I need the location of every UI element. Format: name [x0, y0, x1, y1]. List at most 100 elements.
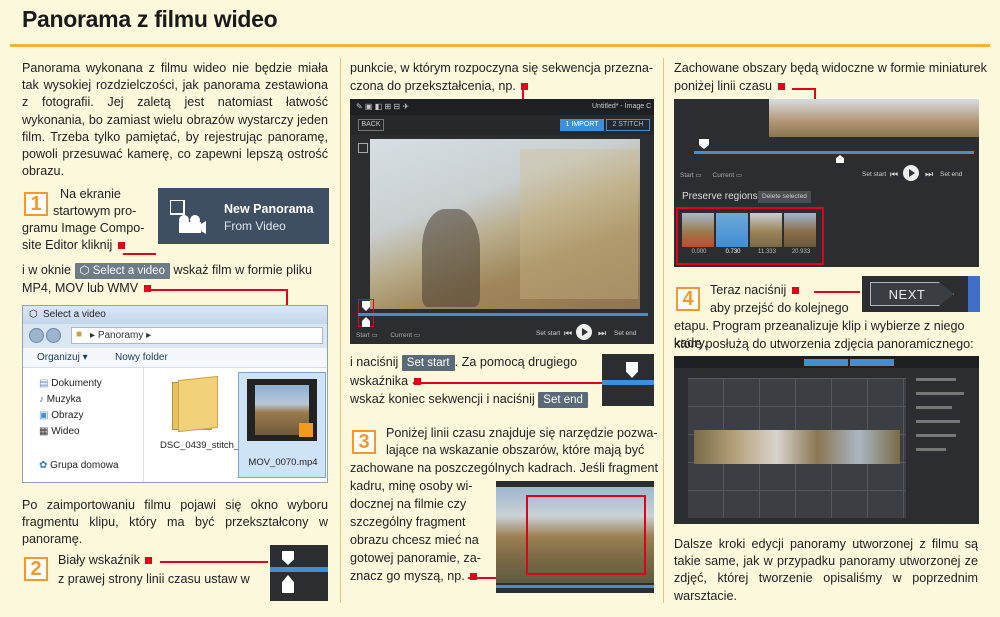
step1-line: Na ekranie — [60, 187, 121, 201]
file-name[interactable]: DSC_0439_stitch_files — [160, 440, 256, 451]
step-import-tab[interactable]: 1 IMPORT — [560, 119, 604, 131]
nav-item[interactable]: ▦ Wideo — [39, 426, 80, 437]
step4-line: które posłużą do utworzenia zdjęcia pano… — [674, 337, 974, 351]
step3-line: kadru, minę osoby wi- — [350, 479, 473, 493]
preserve-panel-screen: Start ▭ Current ▭ Set start ⏮ ⏭ Set end … — [674, 99, 979, 267]
pointer-line — [160, 561, 268, 563]
set-start-app-button[interactable]: Set start — [862, 171, 886, 178]
thumbnail-time: 0.000 — [691, 249, 707, 255]
pointer-line — [792, 88, 816, 90]
nav-item[interactable]: ✿ Grupa domowa — [39, 460, 119, 471]
new-panorama-tile[interactable]: New Panorama From Video — [158, 188, 329, 244]
col3-top-line: poniżej linii czasu — [674, 78, 787, 95]
pointer-line — [468, 577, 498, 579]
col2-top-line: punkcie, w którym rozpoczyna się sekwenc… — [350, 61, 654, 75]
play-button[interactable] — [576, 324, 592, 340]
next-button-label: NEXT — [888, 287, 926, 302]
step3-line: szczególny fragment — [350, 515, 466, 529]
start-marker-icon[interactable] — [699, 139, 709, 149]
selected-file[interactable]: MOV_0070.mp4 — [238, 372, 326, 478]
prev-frame-icon[interactable]: ⏮ — [564, 328, 572, 339]
documents-icon: ▤ — [39, 378, 49, 389]
set-end-inline-button: Set end — [538, 391, 588, 408]
nav-item-label: Wideo — [51, 426, 80, 437]
step3-line: lające na wskazanie obszarów, które mają… — [386, 443, 645, 457]
thumbnail[interactable] — [750, 213, 782, 247]
thumbnail[interactable] — [716, 213, 748, 247]
prev-frame-icon[interactable]: ⏮ — [890, 169, 898, 180]
time-readout: Start ▭ Current ▭ — [356, 332, 420, 339]
step-2-badge: 2 — [24, 557, 48, 581]
step-tab[interactable] — [850, 359, 894, 366]
app-doc-title: Untitled* - Image C — [592, 103, 652, 110]
address-bar: ■ ▸ Panoramy ▸ — [23, 324, 327, 348]
step1-text: site Editor kliknij — [22, 238, 113, 252]
current-marker-icon[interactable] — [836, 155, 844, 163]
thumbnail[interactable] — [784, 213, 816, 247]
preserve-selection[interactable] — [526, 495, 646, 575]
pictures-icon: ▣ — [39, 410, 49, 421]
video-icon: ▦ — [39, 426, 49, 437]
nav-item[interactable]: ♪ Muzyka — [39, 394, 81, 405]
step3-line: Poniżej linii czasu znajduje się narzędz… — [386, 426, 658, 440]
path-label: Panoramy — [97, 330, 144, 341]
select-video-inline-button: ⬡ Select a video — [74, 262, 170, 279]
nav-item-label: Grupa domowa — [50, 460, 119, 471]
column-divider — [340, 58, 341, 603]
end-marker-icon[interactable] — [282, 575, 294, 593]
col3-top-line: Zachowane obszary będą widoczne w formie… — [674, 61, 987, 75]
delete-selected-button[interactable]: Delete selected — [758, 191, 811, 203]
film-icon — [247, 379, 317, 441]
next-button[interactable]: NEXT — [870, 282, 954, 306]
fit-icon[interactable] — [358, 143, 368, 153]
nav-item[interactable]: ▤ Dokumenty — [39, 378, 102, 389]
dialog-titlebar: ⬡ Select a video — [23, 306, 327, 324]
end-marker-icon[interactable] — [626, 362, 638, 378]
pointer-line — [413, 382, 605, 384]
outro-paragraph: Dalsze kroki edycji panoramy utworzonej … — [674, 537, 978, 603]
grass-region — [520, 149, 638, 299]
back-button[interactable]: BACK — [358, 119, 384, 131]
timeline-bar — [602, 380, 654, 385]
pointer-line — [148, 289, 286, 291]
video-frame — [769, 99, 979, 137]
set-start-inline-button: Set start — [401, 354, 455, 371]
next-frame-icon[interactable]: ⏭ — [598, 328, 606, 339]
timeline-bar — [496, 585, 654, 588]
back-icon[interactable] — [29, 328, 44, 343]
app-navbar: BACK 1 IMPORT 2 STITCH — [350, 115, 654, 135]
start-marker-icon[interactable] — [282, 551, 294, 565]
step2-text: Biały wskaźnik — [58, 553, 140, 567]
play-button[interactable] — [903, 165, 919, 181]
pointer-line — [123, 253, 156, 255]
step-tab[interactable] — [804, 359, 848, 366]
organize-button[interactable]: Organizuj ▾ — [37, 352, 88, 363]
step-stitch-tab[interactable]: 2 STITCH — [606, 119, 650, 131]
step3-line: znacz go myszą, np. — [350, 568, 479, 585]
col2-text: wskaźnika — [350, 374, 409, 388]
shadow-figure — [422, 209, 480, 307]
homegroup-icon: ✿ — [39, 460, 48, 471]
next-frame-icon[interactable]: ⏭ — [925, 169, 933, 180]
nav-item-label: Dokumenty — [51, 378, 102, 389]
page-title: Panorama z filmu wideo — [22, 6, 278, 32]
col2-text: czona do przekształcenia, np. — [350, 79, 516, 93]
col2-mid-line: wskaż koniec sekwencji i naciśnij Set en… — [350, 391, 588, 408]
folder-icon[interactable] — [172, 375, 218, 433]
marker — [777, 83, 785, 91]
thumbnail-time: 0.730 — [725, 249, 741, 255]
set-end-app-button[interactable]: Set end — [614, 330, 636, 337]
thumbnail-time: 11.333 — [758, 249, 776, 255]
column-divider — [663, 58, 664, 603]
set-end-app-button[interactable]: Set end — [940, 171, 962, 178]
forward-icon[interactable] — [46, 328, 61, 343]
nav-item-label: Obrazy — [51, 410, 84, 421]
thumbnail[interactable] — [682, 213, 714, 247]
set-start-app-button[interactable]: Set start — [536, 330, 560, 337]
path-field[interactable]: ■ ▸ Panoramy ▸ — [71, 327, 323, 344]
toolbar-icons[interactable]: ✎ ▣ ◧ ⊞ ⊟ ✈ — [356, 102, 409, 111]
nav-item[interactable]: ▣ Obrazy — [39, 410, 83, 421]
nav-pane: ▤ Dokumenty ♪ Muzyka ▣ Obrazy ▦ Wideo ✿ … — [23, 368, 143, 482]
step1-line: MP4, MOV lub WMV — [22, 280, 153, 297]
new-folder-button[interactable]: Nowy folder — [115, 352, 168, 363]
